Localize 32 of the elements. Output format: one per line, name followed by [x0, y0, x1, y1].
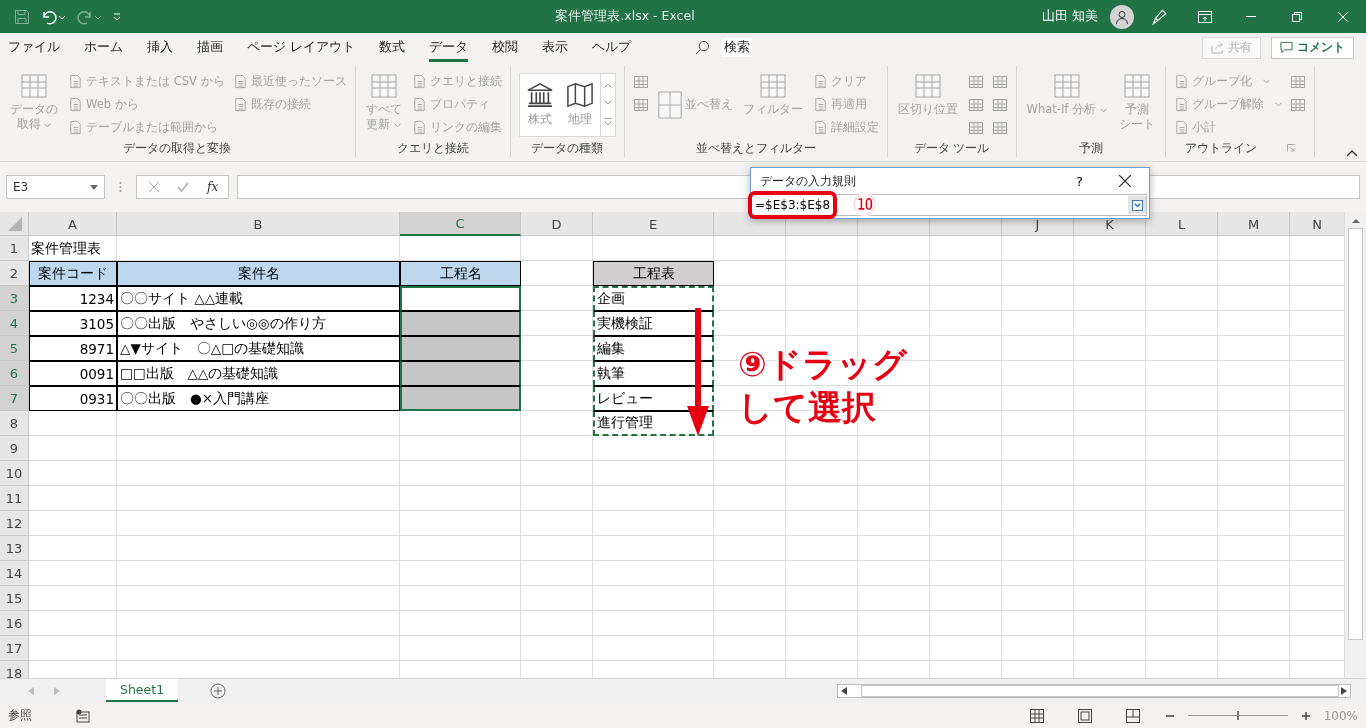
group-label: 予測 — [1077, 140, 1104, 156]
dialog-title: データの入力規則 — [760, 173, 856, 189]
table-cell: 8971 — [29, 336, 117, 361]
header-cell: 工程表 — [593, 261, 714, 286]
header-cell: 案件名 — [117, 261, 400, 286]
callout-text: ⑨ドラッグ — [738, 346, 907, 384]
table-cell: 執筆 — [593, 361, 714, 386]
table-cell: 編集 — [593, 336, 714, 361]
group-label: データの種類 — [530, 140, 604, 156]
table-cell: 〇〇出版 ●×入門講座 — [117, 386, 400, 411]
table-cell-text: 案件管理表 — [30, 238, 102, 258]
group-label: データの取得と変換 — [122, 140, 233, 156]
table-cell: 実機検証 — [593, 311, 714, 336]
table-cell: 企画 — [593, 286, 714, 311]
user-name: 山田 知美 — [1042, 8, 1098, 25]
table-cell: 〇〇サイト △△連載 — [117, 286, 400, 311]
window-title: 案件管理表.xlsx - Excel — [554, 8, 696, 25]
table-cell: 3105 — [29, 311, 117, 336]
group-label: アウトライン — [1173, 140, 1306, 156]
table-cell: 1234 — [29, 286, 117, 311]
callout-text: して選択 — [738, 389, 877, 427]
table-cell: 0091 — [29, 361, 117, 386]
header-cell: 案件コード — [29, 261, 117, 286]
table-cell: □□出版 △△の基礎知識 — [117, 361, 400, 386]
table-cell: △▼サイト 〇△□の基礎知識 — [117, 336, 400, 361]
header-cell: 工程名 — [400, 261, 521, 286]
group-label: クエリと接続 — [395, 140, 470, 156]
group-label: 並べ替えとフィルター — [694, 140, 817, 156]
table-cell: 0931 — [29, 386, 117, 411]
table-cell: 〇〇出版 やさしい◎◎の作り方 — [117, 311, 400, 336]
status-mode: 参照 — [8, 707, 32, 724]
group-label: データ ツール — [912, 140, 991, 156]
